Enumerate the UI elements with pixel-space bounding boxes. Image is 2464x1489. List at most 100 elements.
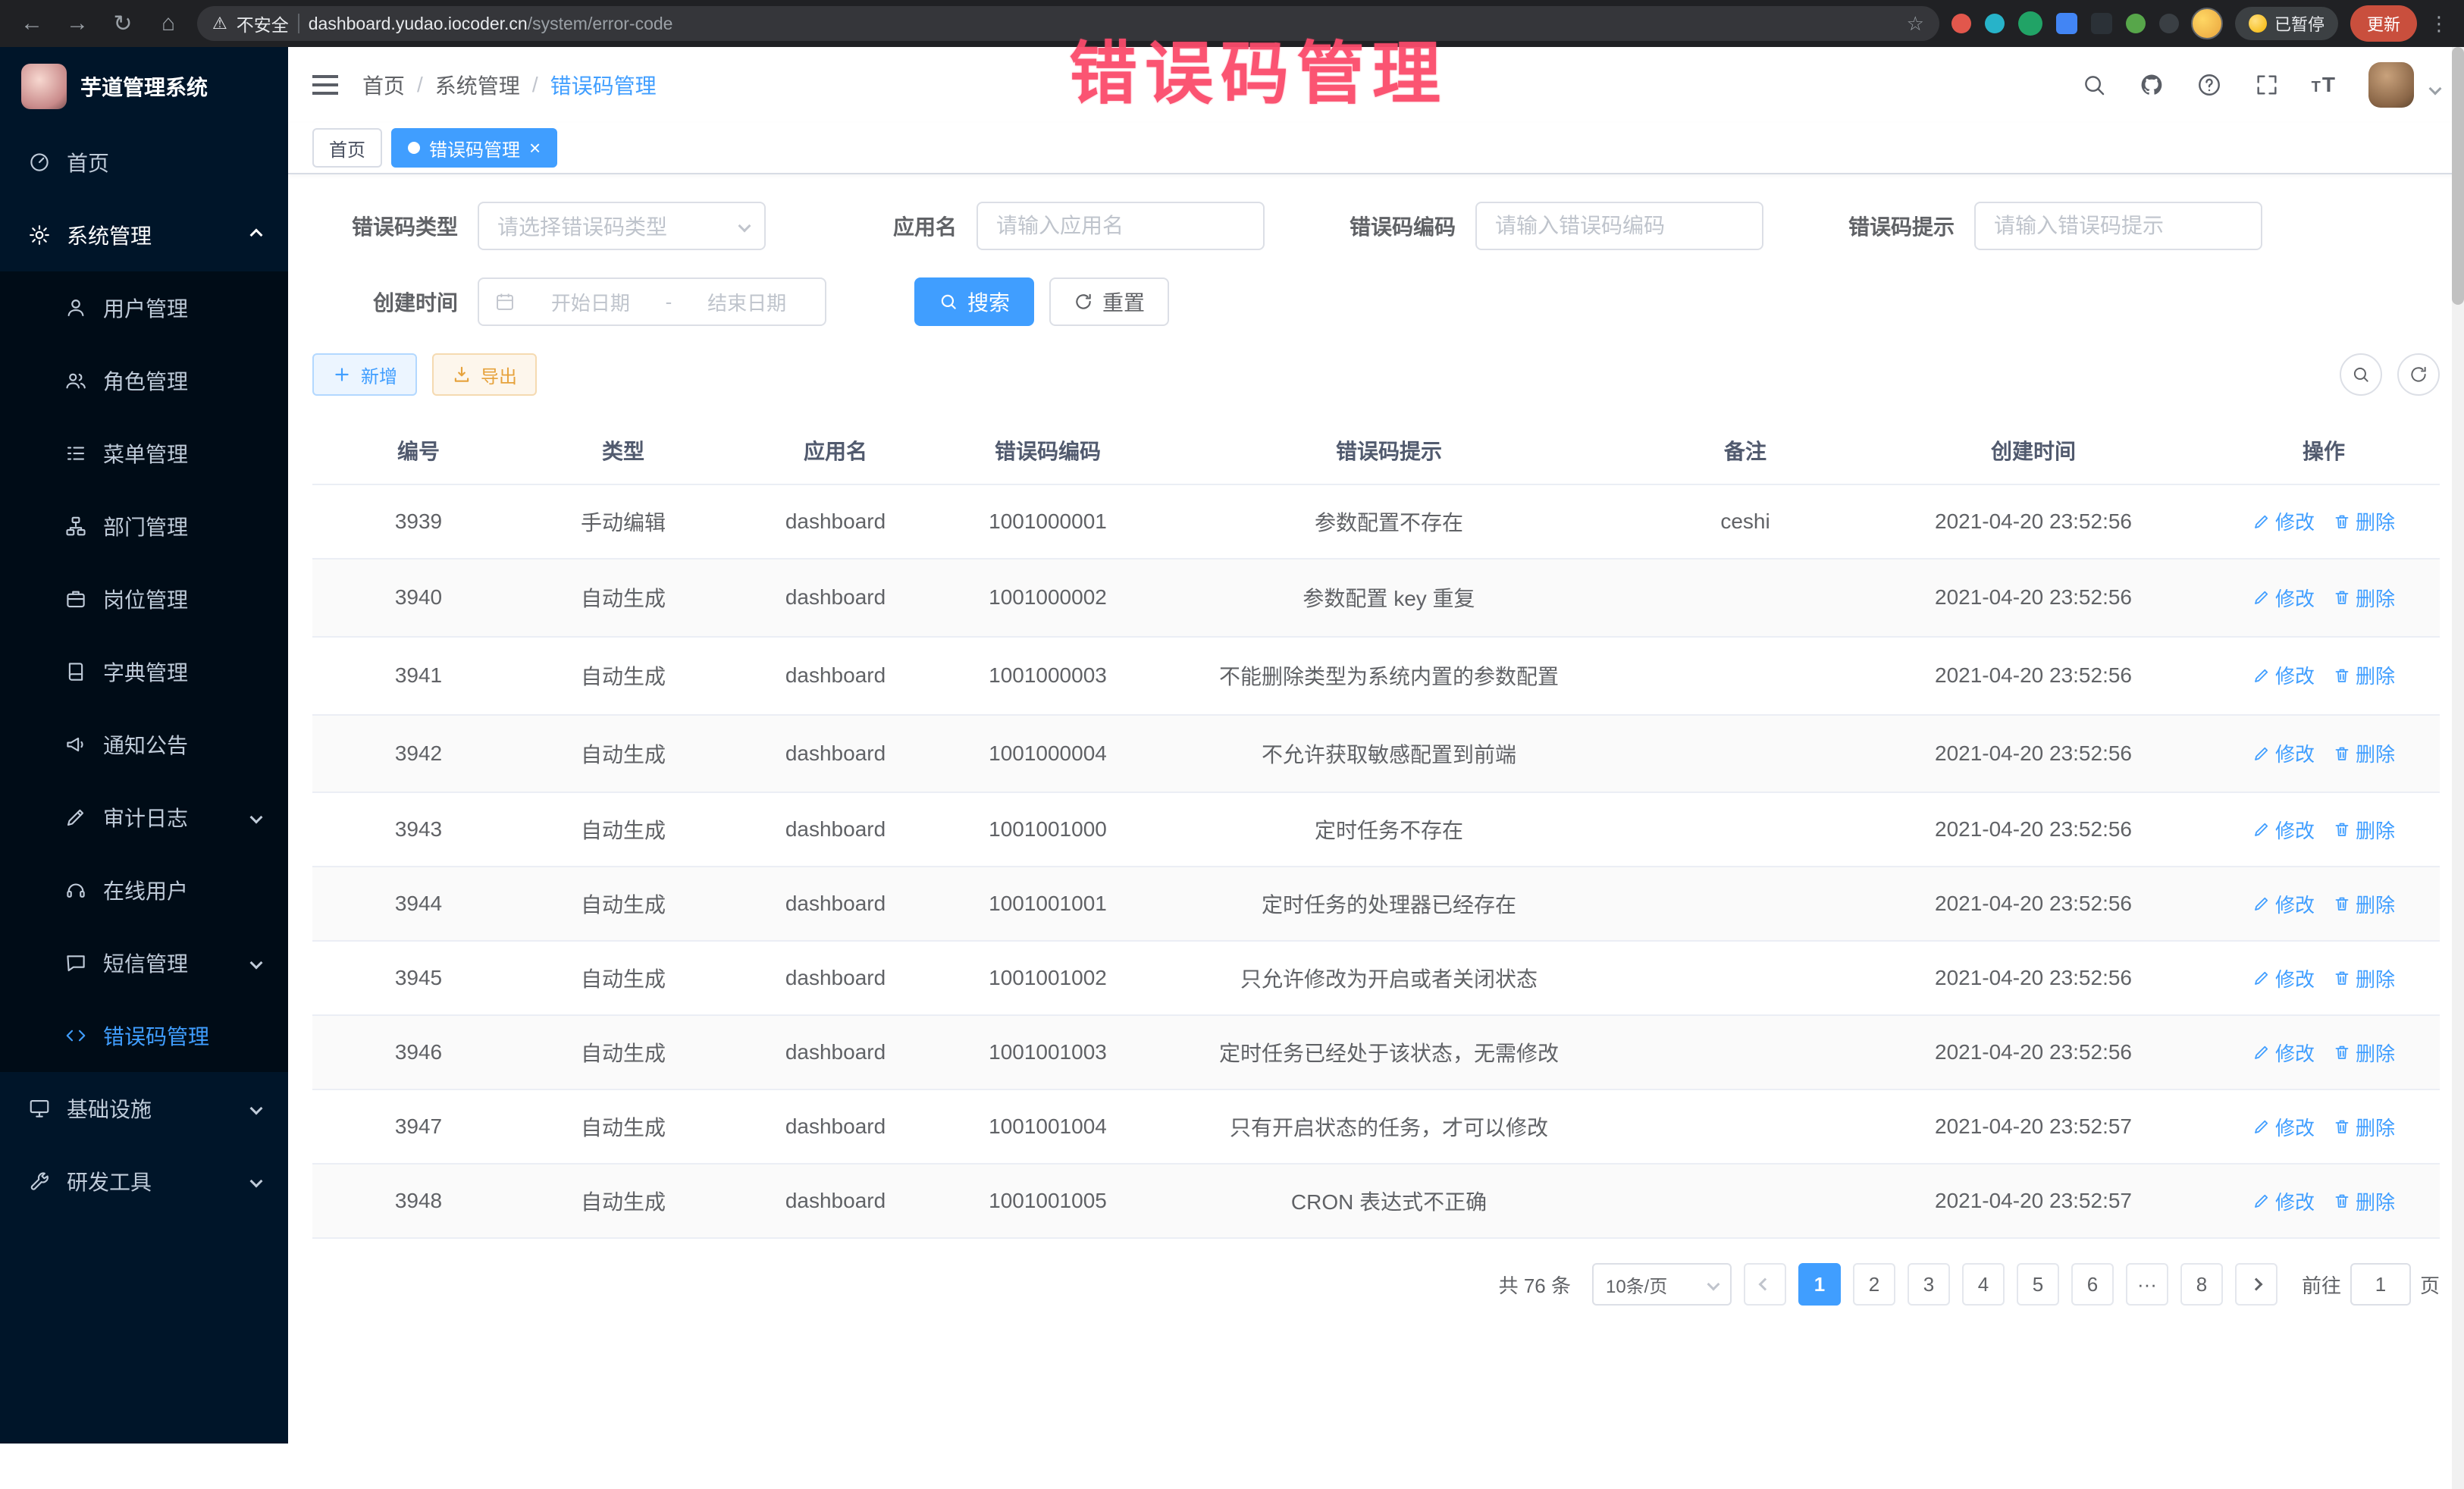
edit-link[interactable]: 修改 <box>2252 816 2315 844</box>
delete-link[interactable]: 删除 <box>2333 661 2395 689</box>
home-button[interactable]: ⌂ <box>152 11 185 36</box>
toggle-search-button[interactable] <box>2340 353 2382 396</box>
extension-icon[interactable] <box>2091 13 2112 34</box>
refresh-table-button[interactable] <box>2397 353 2440 396</box>
back-button[interactable]: ← <box>15 11 49 36</box>
reset-button[interactable]: 重置 <box>1049 277 1169 326</box>
bookmark-star-icon[interactable]: ☆ <box>1907 12 1924 36</box>
delete-link[interactable]: 删除 <box>2333 1187 2395 1215</box>
sidebar-item-sms-management[interactable]: 短信管理 <box>0 926 288 999</box>
forward-button[interactable]: → <box>61 11 94 36</box>
edit-link[interactable]: 修改 <box>2252 584 2315 612</box>
pin-extension-icon[interactable] <box>2159 14 2179 33</box>
delete-link[interactable]: 删除 <box>2333 739 2395 767</box>
fullscreen-icon[interactable] <box>2254 72 2280 98</box>
prev-page-button[interactable] <box>1744 1263 1786 1306</box>
export-button[interactable]: 导出 <box>432 353 537 396</box>
error-hint-input[interactable] <box>1974 202 2262 250</box>
goto-page-input[interactable] <box>2350 1263 2411 1306</box>
page-button[interactable]: 5 <box>2017 1263 2059 1306</box>
github-icon[interactable] <box>2139 72 2165 98</box>
scrollbar-thumb[interactable] <box>2452 47 2464 305</box>
date-range-picker[interactable]: 开始日期 - 结束日期 <box>478 277 826 326</box>
close-icon[interactable]: × <box>529 138 541 158</box>
add-button[interactable]: 新增 <box>312 353 417 396</box>
sidebar-item-department-management[interactable]: 部门管理 <box>0 490 288 563</box>
search-icon[interactable] <box>2081 72 2107 98</box>
browser-profile-avatar[interactable] <box>2191 8 2223 39</box>
paused-badge[interactable]: 已暂停 <box>2235 7 2338 40</box>
edit-link[interactable]: 修改 <box>2252 1039 2315 1067</box>
tab-error-code-management[interactable]: 错误码管理 × <box>391 128 557 168</box>
app-name-input[interactable] <box>977 202 1265 250</box>
next-page-button[interactable] <box>2235 1263 2277 1306</box>
page-button[interactable]: 3 <box>1908 1263 1950 1306</box>
edit-link[interactable]: 修改 <box>2252 890 2315 918</box>
sidebar-item-user-management[interactable]: 用户管理 <box>0 271 288 344</box>
edit-link[interactable]: 修改 <box>2252 1113 2315 1141</box>
main-panel: 首页 / 系统管理 / 错误码管理 TT 首页 <box>288 47 2464 1489</box>
sidebar-item-notice-management[interactable]: 通知公告 <box>0 708 288 781</box>
sidebar-item-post-management[interactable]: 岗位管理 <box>0 563 288 635</box>
extension-icon[interactable] <box>1951 14 1971 33</box>
extension-icon[interactable] <box>2126 14 2146 33</box>
sidebar-item-menu-management[interactable]: 菜单管理 <box>0 417 288 490</box>
delete-link[interactable]: 删除 <box>2333 584 2395 612</box>
sidebar-item-role-management[interactable]: 角色管理 <box>0 344 288 417</box>
chevron-down-icon <box>738 220 751 233</box>
breadcrumb-item[interactable]: 系统管理 <box>435 70 520 100</box>
error-code-input[interactable] <box>1475 202 1763 250</box>
sidebar-item-dict-management[interactable]: 字典管理 <box>0 635 288 708</box>
page-button[interactable]: 4 <box>1962 1263 2005 1306</box>
sidebar: 芋道管理系统 首页 系统管理 用户管理 <box>0 47 288 1489</box>
sidebar-item-system-management[interactable]: 系统管理 <box>0 199 288 271</box>
extension-icon[interactable] <box>2018 11 2042 36</box>
page-button[interactable]: 2 <box>1853 1263 1895 1306</box>
chevron-down-icon <box>1707 1278 1719 1291</box>
sidebar-item-online-users[interactable]: 在线用户 <box>0 854 288 926</box>
chrome-menu-icon[interactable]: ⋮ <box>2429 12 2449 36</box>
delete-link[interactable]: 删除 <box>2333 890 2395 918</box>
breadcrumb-item[interactable]: 首页 <box>362 70 405 100</box>
edit-link[interactable]: 修改 <box>2252 739 2315 767</box>
page-button[interactable]: 6 <box>2071 1263 2114 1306</box>
search-button[interactable]: 搜索 <box>914 277 1034 326</box>
page-button[interactable]: 1 <box>1798 1263 1841 1306</box>
address-bar[interactable]: ⚠ 不安全 dashboard.yudao.iocoder.cn/system/… <box>197 6 1939 41</box>
avatar-caret-icon[interactable] <box>2431 71 2440 99</box>
edit-log-icon <box>64 805 88 829</box>
page-button[interactable]: 8 <box>2180 1263 2223 1306</box>
edit-link[interactable]: 修改 <box>2252 661 2315 689</box>
delete-link[interactable]: 删除 <box>2333 964 2395 992</box>
pages-ellipsis[interactable]: ··· <box>2126 1263 2168 1306</box>
page-size-select[interactable]: 10条/页 <box>1592 1263 1732 1306</box>
team-icon <box>64 368 88 393</box>
trash-icon <box>2333 895 2351 913</box>
help-icon[interactable] <box>2196 72 2222 98</box>
sidebar-item-infrastructure[interactable]: 基础设施 <box>0 1072 288 1145</box>
app-layout: 芋道管理系统 首页 系统管理 用户管理 <box>0 47 2464 1489</box>
edit-link[interactable]: 修改 <box>2252 507 2315 535</box>
delete-link[interactable]: 删除 <box>2333 1113 2395 1141</box>
edit-link[interactable]: 修改 <box>2252 1187 2315 1215</box>
sidebar-item-home[interactable]: 首页 <box>0 126 288 199</box>
logo[interactable]: 芋道管理系统 <box>0 47 288 126</box>
user-avatar[interactable] <box>2368 62 2414 108</box>
delete-link[interactable]: 删除 <box>2333 507 2395 535</box>
sidebar-item-error-code-management[interactable]: 错误码管理 <box>0 999 288 1072</box>
page-scrollbar[interactable] <box>2452 47 2464 1489</box>
extension-icon[interactable] <box>2056 13 2077 34</box>
hamburger-icon[interactable] <box>312 75 338 95</box>
edit-link[interactable]: 修改 <box>2252 964 2315 992</box>
delete-link[interactable]: 删除 <box>2333 816 2395 844</box>
font-size-icon[interactable]: TT <box>2312 73 2337 97</box>
extension-icon[interactable] <box>1985 14 2005 33</box>
reload-button[interactable]: ↻ <box>106 11 140 37</box>
tab-home[interactable]: 首页 <box>312 128 382 168</box>
sidebar-item-devtools[interactable]: 研发工具 <box>0 1145 288 1218</box>
update-button[interactable]: 更新 <box>2350 5 2417 42</box>
delete-link[interactable]: 删除 <box>2333 1039 2395 1067</box>
error-code-type-select[interactable]: 请选择错误码类型 <box>478 202 766 250</box>
sidebar-item-audit-log[interactable]: 审计日志 <box>0 781 288 854</box>
browser-window: ← → ↻ ⌂ ⚠ 不安全 dashboard.yudao.iocoder.cn… <box>0 0 2464 1489</box>
